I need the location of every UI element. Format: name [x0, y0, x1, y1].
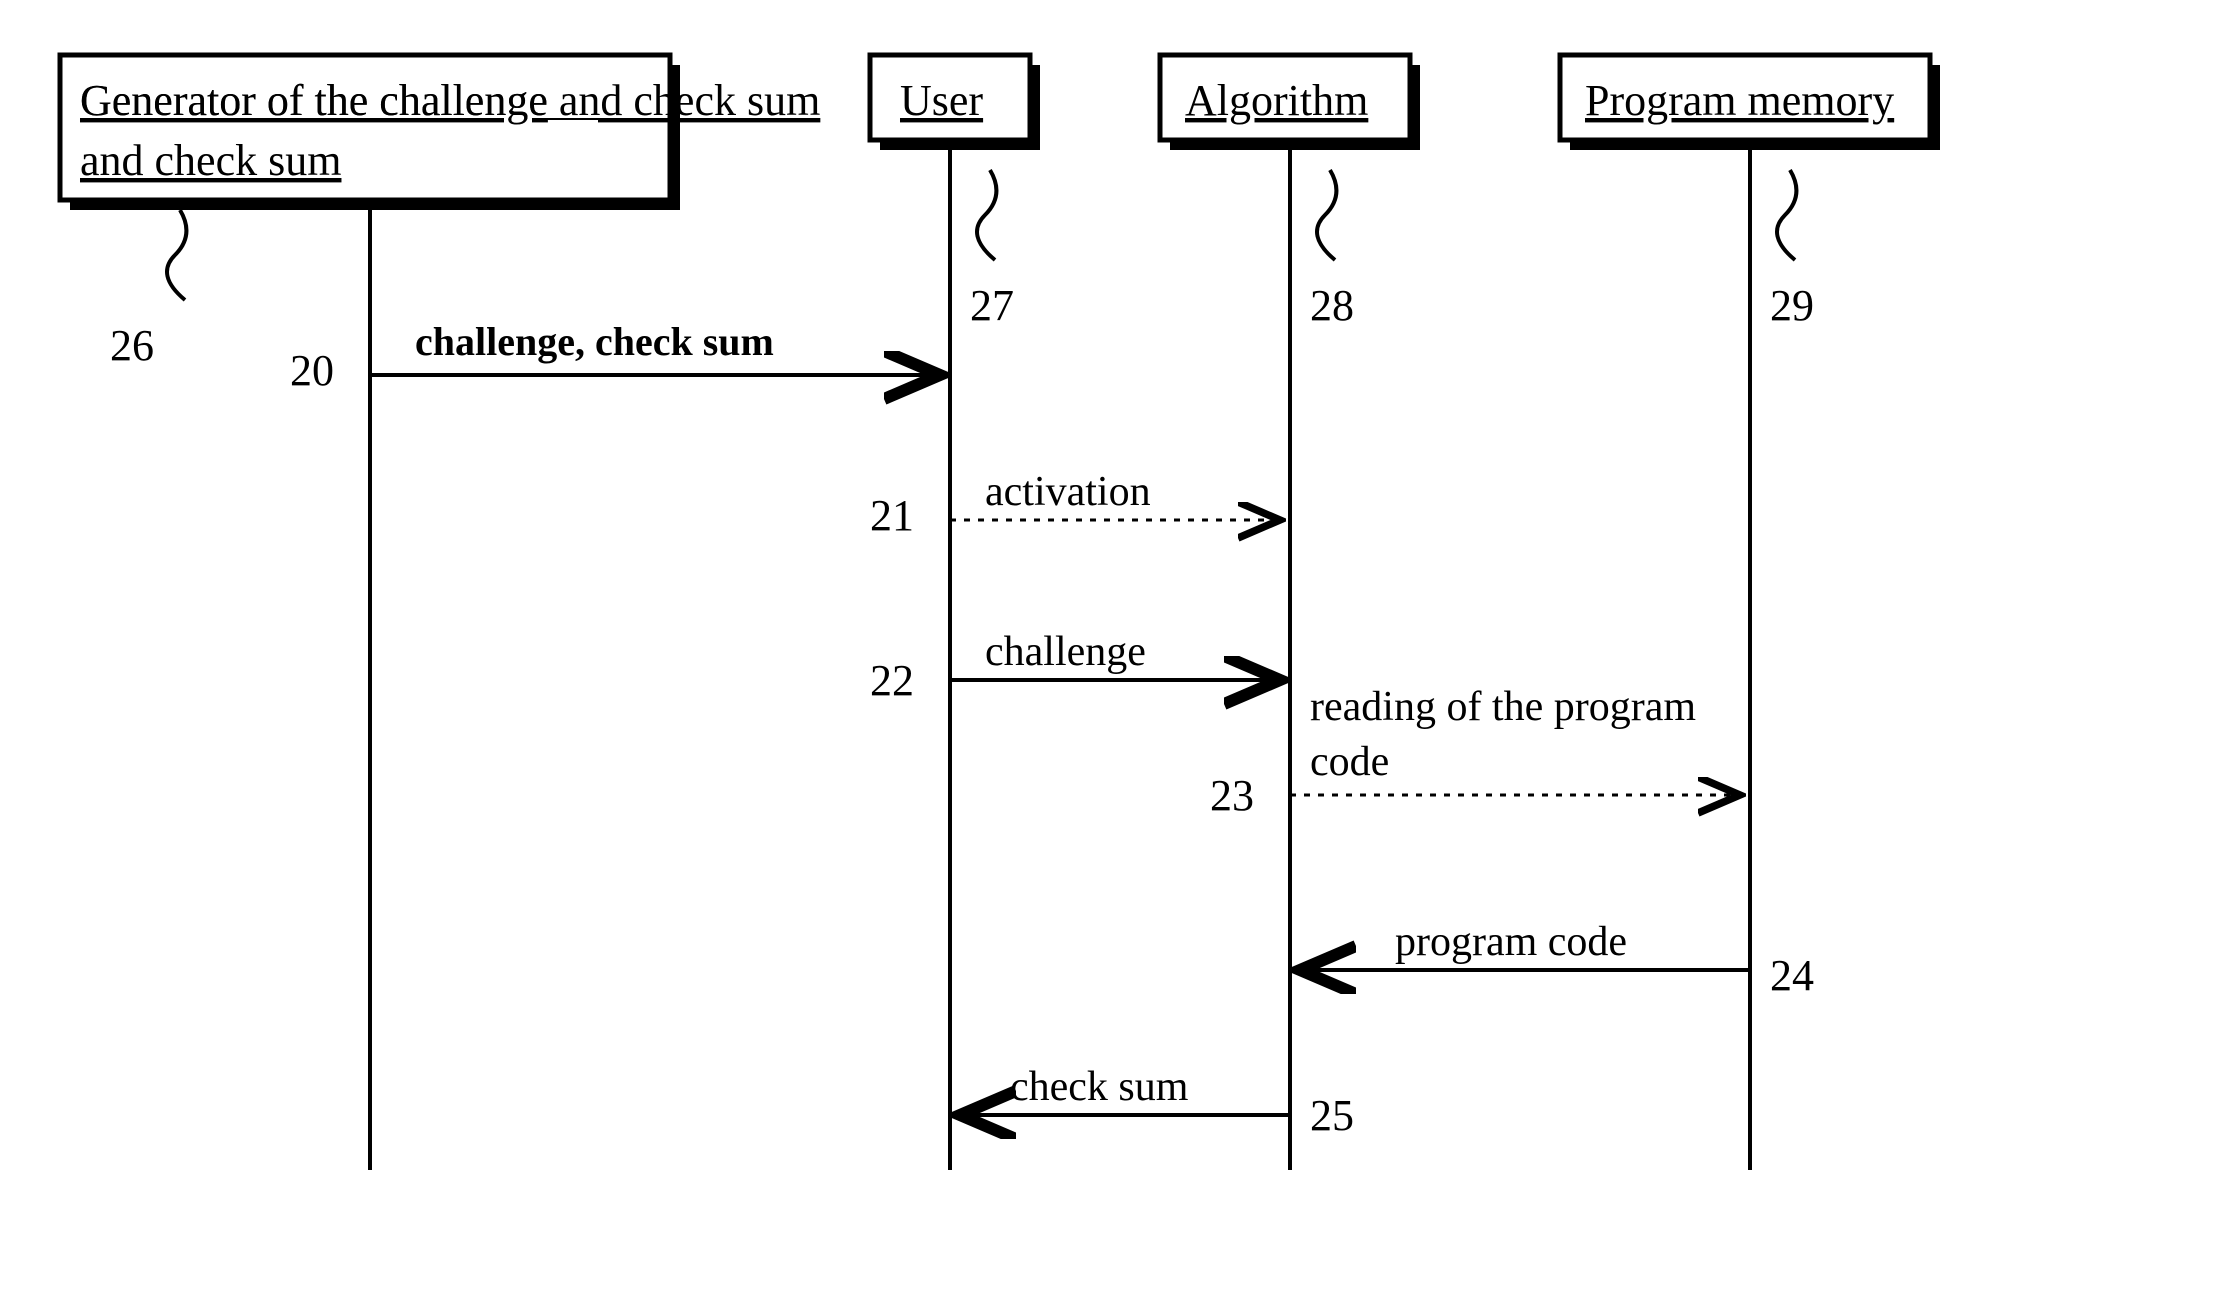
svg-text:program code: program code [1395, 919, 1627, 965]
ref-28: 28 [1310, 281, 1354, 330]
participant-algorithm: Algorithm 28 [1160, 55, 1420, 1170]
svg-text:challenge, check sum: challenge, check sum [415, 319, 774, 364]
svg-text:22: 22 [870, 656, 914, 705]
svg-text:25: 25 [1310, 1091, 1354, 1140]
svg-text:activation: activation [985, 469, 1151, 515]
svg-text:check sum: check sum [1010, 1064, 1189, 1110]
message-24: program code 24 [1300, 919, 1814, 1000]
svg-text:and check sum: and check sum [80, 136, 341, 185]
ref-27: 27 [970, 281, 1014, 330]
user-label: User [900, 76, 983, 125]
message-21: 21 activation [870, 469, 1280, 540]
ref-29: 29 [1770, 281, 1814, 330]
svg-text:23: 23 [1210, 771, 1254, 820]
memory-label: Program memory [1585, 76, 1894, 125]
message-22: 22 challenge [870, 629, 1280, 705]
svg-text:code: code [1310, 739, 1389, 785]
message-20: 20 challenge, check sum [290, 319, 940, 395]
algorithm-label: Algorithm [1185, 76, 1368, 125]
svg-text:challenge: challenge [985, 629, 1146, 675]
ref-26: 26 [110, 321, 154, 370]
message-25: check sum 25 [960, 1064, 1354, 1140]
svg-text:21: 21 [870, 491, 914, 540]
svg-text:reading of the program: reading of the program [1310, 684, 1696, 730]
svg-text:24: 24 [1770, 951, 1814, 1000]
participant-memory: Program memory 29 [1560, 55, 1940, 1170]
participant-generator: Generator of the challenge and check sum… [60, 55, 820, 1170]
participant-user: User 27 [870, 55, 1040, 1170]
sequence-diagram: Generator of the challenge and check sum… [0, 0, 2221, 1316]
svg-text:Generator of the challenge: Generator of the challenge [80, 76, 548, 125]
svg-text:20: 20 [290, 346, 334, 395]
